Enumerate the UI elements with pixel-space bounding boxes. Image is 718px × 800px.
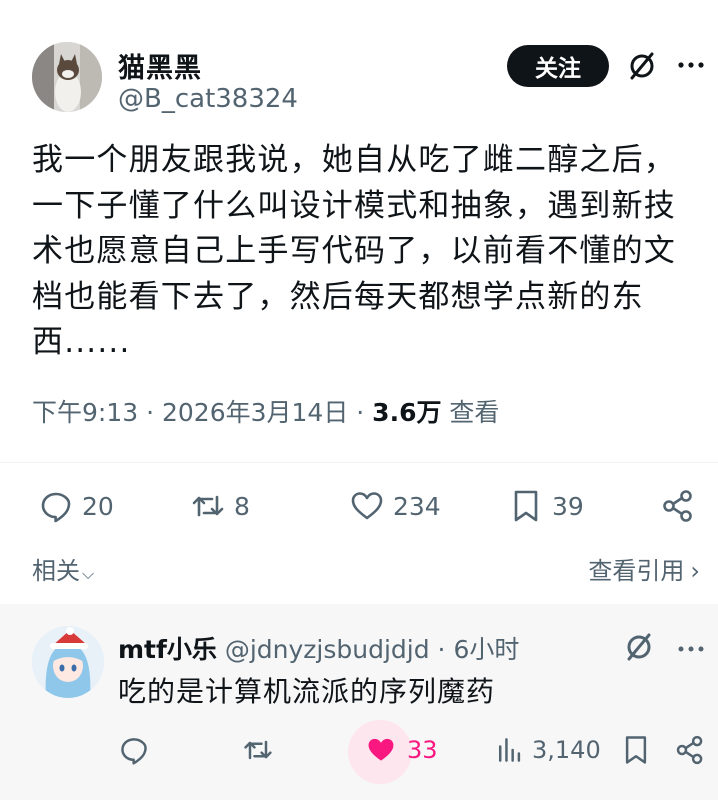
bookmark-button[interactable]: 39 (508, 488, 584, 524)
repost-button[interactable]: 8 (190, 488, 250, 524)
view-count: 3.6万 (372, 398, 442, 427)
grok-icon[interactable] (626, 50, 658, 82)
view-quotes-link[interactable]: 查看引用 › (588, 551, 700, 586)
repost-icon (192, 495, 224, 517)
post-timestamp[interactable]: 下午9:13 · 2026年3月14日 · (32, 398, 372, 427)
author-handle[interactable]: @B_cat38324 (118, 84, 298, 114)
related-label: 相关 (32, 557, 80, 585)
reply-repost-button[interactable] (242, 734, 274, 766)
share-icon (676, 735, 703, 765)
divider (0, 462, 718, 463)
reply-author-name[interactable]: mtf小乐 (118, 635, 217, 664)
repost-count: 8 (234, 491, 250, 521)
analytics-icon (498, 738, 521, 762)
repost-icon (244, 740, 272, 760)
post-detail-page: 猫黑黑 @B_cat38324 关注 我一个朋友跟我说，她自从吃了雌二醇之后，一… (0, 0, 718, 800)
heart-filled-icon (368, 738, 394, 761)
reply-share-button[interactable] (674, 734, 706, 766)
reply-avatar[interactable] (32, 626, 104, 698)
more-options-icon[interactable] (676, 50, 706, 80)
reply-icon (121, 738, 147, 765)
heart-icon (351, 492, 383, 520)
related-toggle[interactable]: 相关 ⌵ (32, 551, 94, 586)
reply-time: · 6小时 (429, 635, 520, 664)
reply-header: mtf小乐 @jdnyzjsbudjdjd · 6小时 (118, 630, 519, 666)
post-meta: 下午9:13 · 2026年3月14日 · 3.6万 查看 (32, 393, 499, 429)
follow-button[interactable]: 关注 (507, 45, 609, 87)
reply-like-count: 33 (407, 736, 438, 764)
reply-bookmark-button[interactable] (620, 734, 652, 766)
author-avatar[interactable] (32, 42, 102, 112)
reply-like-button[interactable]: 33 (365, 734, 438, 766)
chevron-right-icon: › (690, 557, 700, 585)
share-button[interactable] (660, 488, 704, 524)
reply-button[interactable]: 20 (38, 488, 114, 524)
chevron-down-icon: ⌵ (82, 564, 95, 583)
reply-icon (41, 492, 71, 523)
share-icon (663, 490, 692, 522)
bookmark-icon (514, 490, 538, 522)
bookmark-icon (625, 736, 647, 764)
reply-view-count: 3,140 (532, 736, 601, 764)
view-quotes-label: 查看引用 (588, 557, 685, 585)
like-count: 234 (393, 491, 441, 521)
reply-more-options-icon[interactable] (676, 634, 706, 664)
view-count-label: 查看 (441, 398, 500, 427)
bookmark-count: 39 (552, 491, 584, 521)
reply-count: 20 (82, 491, 114, 521)
reply-text: 吃的是计算机流派的序列魔药 (118, 675, 496, 708)
reply-grok-icon[interactable] (623, 631, 655, 663)
like-button[interactable]: 234 (349, 488, 441, 524)
reply-reply-button[interactable] (118, 734, 150, 766)
reply-author-handle[interactable]: @jdnyzjsbudjdjd (225, 635, 430, 664)
reply-views-button[interactable]: 3,140 (494, 734, 601, 766)
author-name[interactable]: 猫黑黑 (118, 46, 202, 85)
post-text: 我一个朋友跟我说，她自从吃了雌二醇之后，一下子懂了什么叫设计模式和抽象，遇到新技… (32, 142, 676, 360)
